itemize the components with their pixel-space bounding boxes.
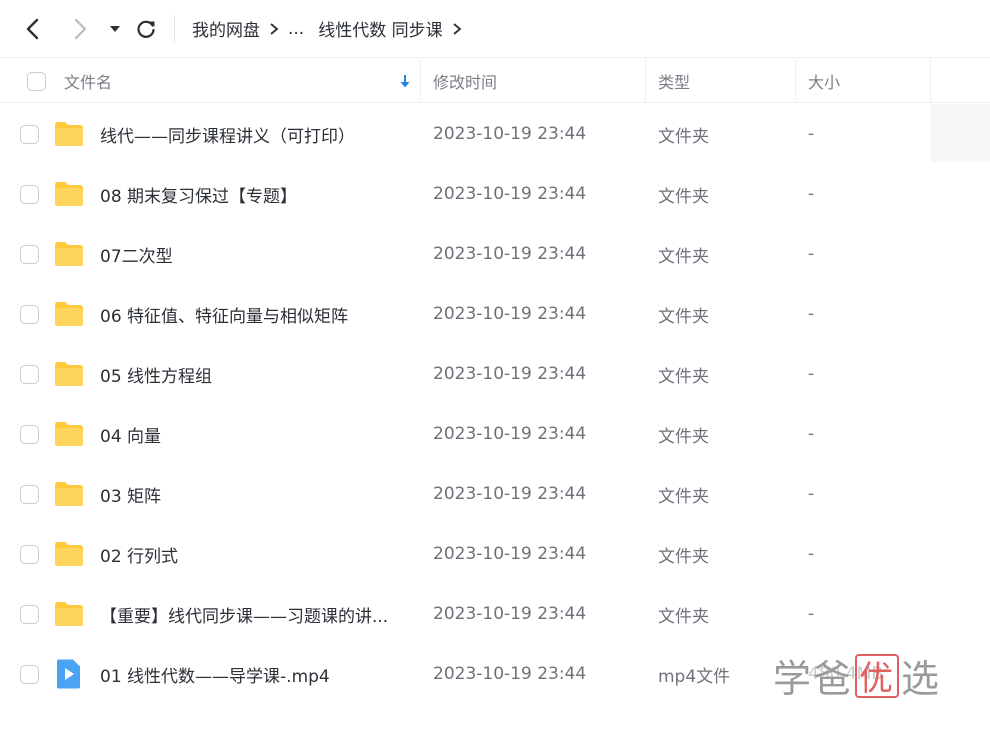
file-size: - bbox=[808, 124, 815, 144]
row-checkbox[interactable] bbox=[20, 284, 39, 344]
row-checkbox[interactable] bbox=[20, 344, 39, 404]
file-row[interactable]: 02 行列式 2023-10-19 23:44 文件夹 - bbox=[0, 524, 990, 584]
watermark-text-box: 优 bbox=[855, 653, 900, 699]
refresh-icon[interactable] bbox=[130, 13, 162, 45]
file-type: 文件夹 bbox=[658, 366, 709, 387]
file-row[interactable]: 04 向量 2023-10-19 23:44 文件夹 - bbox=[0, 404, 990, 464]
chevron-right-icon bbox=[443, 22, 471, 36]
file-name[interactable]: 06 特征值、特征向量与相似矩阵 bbox=[100, 302, 348, 327]
column-header-size[interactable]: 大小 bbox=[808, 59, 840, 103]
breadcrumb: 我的网盘 ... 线性代数 同步课 bbox=[192, 16, 471, 41]
column-header-modified[interactable]: 修改时间 bbox=[433, 59, 497, 103]
folder-icon bbox=[54, 524, 84, 584]
file-size: - bbox=[808, 244, 815, 264]
file-type: 文件夹 bbox=[658, 186, 709, 207]
column-header-name[interactable]: 文件名 bbox=[64, 59, 112, 103]
file-row[interactable]: 05 线性方程组 2023-10-19 23:44 文件夹 - bbox=[0, 344, 990, 404]
file-size: - bbox=[808, 364, 815, 384]
column-divider[interactable] bbox=[795, 59, 796, 103]
file-type: 文件夹 bbox=[658, 606, 709, 627]
forward-arrow-icon[interactable] bbox=[64, 13, 96, 45]
file-modified: 2023-10-19 23:44 bbox=[433, 124, 587, 144]
navigation-bar: 我的网盘 ... 线性代数 同步课 bbox=[0, 0, 990, 58]
file-name[interactable]: 04 向量 bbox=[100, 422, 161, 447]
row-checkbox[interactable] bbox=[20, 584, 39, 644]
file-type: 文件夹 bbox=[658, 486, 709, 507]
file-type: 文件夹 bbox=[658, 546, 709, 567]
file-size: - bbox=[808, 304, 815, 324]
file-size: - bbox=[808, 424, 815, 444]
file-type: mp4文件 bbox=[658, 666, 731, 687]
file-type: 文件夹 bbox=[658, 306, 709, 327]
file-size: - bbox=[808, 544, 815, 564]
row-checkbox[interactable] bbox=[20, 104, 39, 164]
file-modified: 2023-10-19 23:44 bbox=[433, 244, 587, 264]
file-row[interactable]: 08 期末复习保过【专题】 2023-10-19 23:44 文件夹 - bbox=[0, 164, 990, 224]
column-divider[interactable] bbox=[645, 59, 646, 103]
file-modified: 2023-10-19 23:44 bbox=[433, 304, 587, 324]
row-checkbox[interactable] bbox=[20, 524, 39, 584]
file-type: 文件夹 bbox=[658, 426, 709, 447]
file-name[interactable]: 02 行列式 bbox=[100, 542, 178, 567]
file-type: 文件夹 bbox=[658, 126, 709, 147]
row-checkbox[interactable] bbox=[20, 224, 39, 284]
file-list-header: 文件名 修改时间 类型 大小 bbox=[0, 59, 990, 103]
breadcrumb-item-root[interactable]: 我的网盘 bbox=[192, 16, 260, 41]
nav-divider bbox=[174, 15, 175, 43]
file-size: - bbox=[808, 604, 815, 624]
file-modified: 2023-10-19 23:44 bbox=[433, 544, 587, 564]
watermark: 学爸 优 选 bbox=[773, 648, 941, 703]
file-type: 文件夹 bbox=[658, 246, 709, 267]
history-dropdown-icon[interactable] bbox=[104, 13, 126, 45]
file-size: - bbox=[808, 484, 815, 504]
file-row[interactable]: 07二次型 2023-10-19 23:44 文件夹 - bbox=[0, 224, 990, 284]
breadcrumb-item-ellipsis[interactable]: ... bbox=[288, 19, 304, 39]
column-header-type[interactable]: 类型 bbox=[658, 59, 690, 103]
file-size: - bbox=[808, 184, 815, 204]
row-checkbox[interactable] bbox=[20, 164, 39, 224]
row-checkbox[interactable] bbox=[20, 404, 39, 464]
row-checkbox[interactable] bbox=[20, 464, 39, 524]
file-row[interactable]: 06 特征值、特征向量与相似矩阵 2023-10-19 23:44 文件夹 - bbox=[0, 284, 990, 344]
column-divider[interactable] bbox=[930, 59, 931, 103]
chevron-right-icon bbox=[260, 22, 288, 36]
column-divider[interactable] bbox=[420, 59, 421, 103]
breadcrumb-item-current[interactable]: 线性代数 同步课 bbox=[318, 16, 442, 41]
folder-icon bbox=[54, 584, 84, 644]
file-row[interactable]: 【重要】线代同步课——习题课的讲... 2023-10-19 23:44 文件夹… bbox=[0, 584, 990, 644]
file-name[interactable]: 线代——同步课程讲义（可打印） bbox=[100, 122, 355, 147]
file-modified: 2023-10-19 23:44 bbox=[433, 664, 587, 684]
file-row[interactable]: 03 矩阵 2023-10-19 23:44 文件夹 - bbox=[0, 464, 990, 524]
folder-icon bbox=[54, 224, 84, 284]
file-modified: 2023-10-19 23:44 bbox=[433, 364, 587, 384]
folder-icon bbox=[54, 404, 84, 464]
video-file-icon bbox=[54, 644, 82, 704]
folder-icon bbox=[54, 164, 84, 224]
folder-icon bbox=[54, 284, 84, 344]
file-modified: 2023-10-19 23:44 bbox=[433, 184, 587, 204]
file-modified: 2023-10-19 23:44 bbox=[433, 424, 587, 444]
row-checkbox[interactable] bbox=[20, 644, 39, 704]
back-arrow-icon[interactable] bbox=[17, 13, 49, 45]
file-name[interactable]: 07二次型 bbox=[100, 242, 173, 267]
folder-icon bbox=[54, 344, 84, 404]
file-name[interactable]: 08 期末复习保过【专题】 bbox=[100, 182, 297, 207]
watermark-text-left: 学爸 bbox=[773, 657, 854, 701]
file-modified: 2023-10-19 23:44 bbox=[433, 484, 587, 504]
watermark-text-right: 选 bbox=[901, 657, 942, 701]
file-name[interactable]: 05 线性方程组 bbox=[100, 362, 212, 387]
file-name[interactable]: 【重要】线代同步课——习题课的讲... bbox=[100, 602, 388, 627]
file-row[interactable]: 线代——同步课程讲义（可打印） 2023-10-19 23:44 文件夹 - bbox=[0, 104, 990, 164]
folder-icon bbox=[54, 104, 84, 164]
folder-icon bbox=[54, 464, 84, 524]
sort-down-arrow-icon[interactable] bbox=[399, 59, 411, 103]
file-name[interactable]: 03 矩阵 bbox=[100, 482, 161, 507]
file-list: 线代——同步课程讲义（可打印） 2023-10-19 23:44 文件夹 - 0… bbox=[0, 104, 990, 704]
file-modified: 2023-10-19 23:44 bbox=[433, 604, 587, 624]
select-all-checkbox[interactable] bbox=[27, 59, 46, 103]
file-name[interactable]: 01 线性代数——导学课-.mp4 bbox=[100, 662, 330, 687]
